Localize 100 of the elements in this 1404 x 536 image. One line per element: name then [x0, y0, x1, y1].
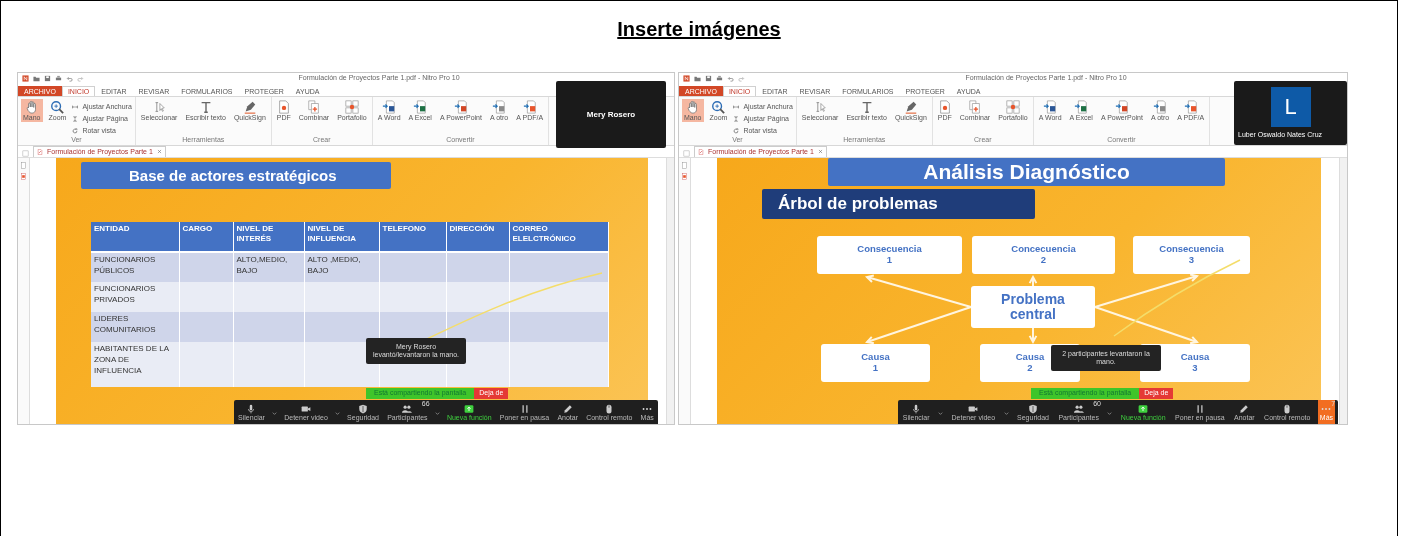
- image-file-icon: [492, 100, 507, 114]
- node-number: 1: [886, 255, 893, 266]
- pen-icon: [903, 100, 918, 114]
- column-header: NIVEL DE INTERÉS: [233, 222, 304, 252]
- column-header: TELEFONO: [379, 222, 446, 252]
- node-label: Consecuencia: [1159, 244, 1224, 255]
- undo-icon[interactable]: [66, 75, 73, 82]
- panel-toggle-icon[interactable]: [22, 150, 29, 157]
- column-header: CORREO ELELCTRÓNICO: [509, 222, 608, 252]
- word-icon: [382, 100, 397, 114]
- image-file-icon: [1153, 100, 1168, 114]
- table-cell: FUNCIONARIOS PÚBLICOS: [91, 252, 179, 282]
- powerpoint-icon: [1114, 100, 1129, 114]
- chevron-icon[interactable]: [1106, 409, 1114, 417]
- chevron-icon[interactable]: [1002, 409, 1010, 417]
- node-number: 2: [1027, 363, 1033, 374]
- arrow: [1028, 327, 1038, 345]
- share-screen-icon: [464, 403, 475, 414]
- excel-icon: [413, 100, 428, 114]
- chevron-icon[interactable]: [433, 409, 441, 417]
- page-heading: Inserte imágenes: [617, 17, 781, 41]
- fit-page-icon: [72, 116, 79, 123]
- bookmark-icon[interactable]: [20, 173, 27, 180]
- magnifier-icon: [50, 100, 65, 114]
- rotate-icon: [733, 128, 740, 135]
- slide-subtitle: Árbol de problemas: [762, 189, 1035, 219]
- page-icon[interactable]: [20, 162, 27, 169]
- folder-icon[interactable]: [694, 75, 701, 82]
- hand-icon: [24, 100, 39, 114]
- table-cell: ALTO,MEDIO, BAJO: [233, 252, 304, 282]
- column-header: ENTIDAD: [91, 222, 179, 252]
- share-screen-icon: [1138, 403, 1149, 414]
- portfolio-icon: [344, 100, 359, 114]
- undo-icon[interactable]: [727, 75, 734, 82]
- printer-icon[interactable]: [55, 75, 62, 82]
- panel-toggle-icon[interactable]: [683, 150, 690, 157]
- fit-width-icon: [733, 104, 740, 110]
- hand-icon: [685, 100, 700, 114]
- shield-icon: [1028, 403, 1038, 414]
- mouse-icon: [1282, 403, 1293, 414]
- pdf-file-icon: [522, 100, 537, 114]
- portfolio-icon: [1005, 100, 1020, 114]
- chevron-icon[interactable]: [333, 409, 341, 417]
- app-logo-icon: [22, 75, 29, 82]
- node-label: Causa: [1180, 352, 1210, 363]
- pdf-file-icon: [37, 148, 43, 155]
- fit-page-icon: [733, 116, 740, 123]
- node-number: 3: [1188, 255, 1195, 266]
- close-icon[interactable]: [817, 149, 823, 155]
- column-header: CARGO: [179, 222, 233, 252]
- people-icon: [1073, 403, 1084, 414]
- excel-icon: [1074, 100, 1089, 114]
- pdf-file-icon: [698, 148, 704, 155]
- save-icon[interactable]: [44, 75, 51, 82]
- node-number: 3: [1192, 363, 1198, 374]
- column-header: NIVEL DE INFLUENCIA: [304, 222, 379, 252]
- combine-icon: [967, 100, 982, 114]
- table-cell: LIDERES COMUNITARIOS: [91, 312, 179, 342]
- avatar: L: [1270, 86, 1311, 127]
- chevron-icon[interactable]: [271, 409, 279, 417]
- close-icon[interactable]: [156, 149, 162, 155]
- mouse-icon: [604, 403, 615, 414]
- powerpoint-icon: [453, 100, 468, 114]
- folder-icon[interactable]: [33, 75, 40, 82]
- pdf-file-icon: [937, 100, 952, 114]
- app-logo-icon: [683, 75, 690, 82]
- pdf-file-icon: [276, 100, 291, 114]
- microphone-icon: [246, 403, 257, 414]
- redo-icon[interactable]: [738, 75, 745, 82]
- node-label: Causa: [861, 352, 890, 363]
- printer-icon[interactable]: [716, 75, 723, 82]
- chevron-icon[interactable]: [937, 409, 945, 417]
- bookmark-icon[interactable]: [681, 173, 688, 180]
- shield-icon: [358, 403, 369, 414]
- fit-width-icon: [72, 104, 79, 110]
- magnifier-icon: [711, 100, 726, 114]
- word-icon: [1043, 100, 1058, 114]
- node-label: Problema central: [1000, 291, 1066, 323]
- scrollbar[interactable]: [1339, 158, 1347, 424]
- pen-icon: [242, 100, 257, 114]
- slide-title: Análisis Diagnóstico: [828, 158, 1225, 186]
- pdf-file-icon: [1183, 100, 1198, 114]
- table-cell: ALTO ,MEDIO, BAJO: [304, 252, 379, 282]
- pencil-icon: [1239, 403, 1250, 414]
- page-icon[interactable]: [681, 162, 688, 169]
- node-label: Concecuencia: [1011, 244, 1076, 255]
- table-cell: FUNCIONARIOS PRIVADOS: [91, 282, 179, 312]
- table-cell: HABITANTES DE LA ZONA DE INFLUENCIA: [91, 342, 179, 387]
- scrollbar[interactable]: [666, 158, 674, 424]
- node-label: Consecuencia: [857, 244, 922, 255]
- slide-title: Base de actores estratégicos: [81, 162, 391, 189]
- participant-name: Mery Rosero: [586, 109, 636, 120]
- people-icon: [402, 403, 413, 414]
- node-label: Causa: [1015, 352, 1045, 363]
- microphone-icon: [911, 403, 922, 414]
- save-icon[interactable]: [705, 75, 712, 82]
- combine-icon: [306, 100, 321, 114]
- redo-icon[interactable]: [77, 75, 84, 82]
- column-header: DIRECCIÓN: [446, 222, 509, 252]
- node-number: 2: [1040, 255, 1047, 266]
